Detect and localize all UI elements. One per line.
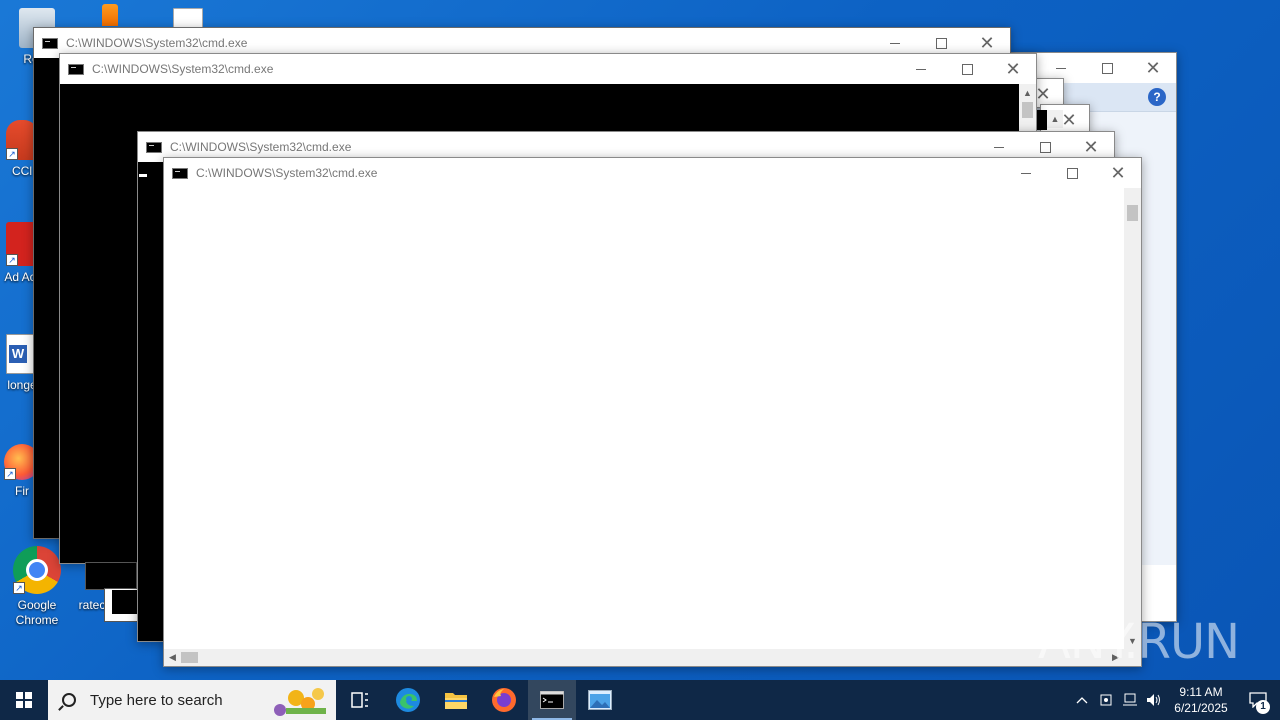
shortcut-arrow-icon: ↗ xyxy=(6,148,18,160)
scroll-left-arrow[interactable]: ◀ xyxy=(164,649,181,666)
chrome-center-icon xyxy=(26,559,48,581)
word-logo-icon: W xyxy=(9,345,27,363)
anyrun-watermark: ANY.RUN xyxy=(1038,614,1240,670)
console-area[interactable] xyxy=(164,188,1124,649)
maximize-button[interactable] xyxy=(944,54,990,84)
show-hidden-icons-chevron-icon[interactable] xyxy=(1070,680,1094,720)
task-view-button[interactable] xyxy=(336,680,384,720)
maximize-button[interactable] xyxy=(1084,53,1130,83)
taskbar-image-viewer[interactable] xyxy=(576,680,624,720)
taskbar-cmd[interactable] xyxy=(528,680,576,720)
firefox-icon xyxy=(492,688,516,712)
desktop-icon-label: Google Chrome xyxy=(15,598,59,627)
network-icon[interactable] xyxy=(1118,680,1142,720)
taskbar: Type here to search 9:11 AM 6/21/2025 1 xyxy=(0,680,1280,720)
console-fragment xyxy=(112,590,138,614)
shortcut-arrow-icon: ↗ xyxy=(13,582,25,594)
help-icon[interactable]: ? xyxy=(1148,88,1166,106)
volume-icon[interactable] xyxy=(1142,680,1166,720)
taskbar-edge[interactable] xyxy=(384,680,432,720)
window-title: C:\WINDOWS\System32\cmd.exe xyxy=(66,36,248,50)
console-fragment xyxy=(1037,110,1047,130)
scroll-thumb[interactable] xyxy=(1022,102,1033,118)
window-title: C:\WINDOWS\System32\cmd.exe xyxy=(196,166,378,180)
close-button[interactable]: ✕ xyxy=(1130,53,1176,83)
search-highlight-flowers-icon xyxy=(274,688,326,716)
scroll-up-arrow[interactable]: ▲ xyxy=(1047,110,1063,128)
scroll-up-arrow[interactable]: ▲ xyxy=(1019,84,1036,101)
minimize-button[interactable] xyxy=(1003,158,1049,188)
edge-icon xyxy=(396,688,420,712)
clock-time: 9:11 AM xyxy=(1179,685,1223,699)
search-icon xyxy=(62,693,76,707)
horizontal-scrollbar[interactable]: ◀ ▶ xyxy=(164,649,1124,666)
notification-center-button[interactable]: 1 xyxy=(1236,680,1280,720)
scroll-thumb[interactable] xyxy=(181,652,198,663)
picture-icon xyxy=(588,690,612,710)
cmd-titlebar[interactable]: C:\WINDOWS\System32\cmd.exe ✕ xyxy=(164,158,1141,188)
taskbar-firefox[interactable] xyxy=(480,680,528,720)
chrome-icon: ↗ xyxy=(13,546,61,594)
windows-logo-icon xyxy=(16,692,32,708)
tray-app-icon[interactable] xyxy=(1094,680,1118,720)
console-fragment xyxy=(85,562,137,590)
minimize-button[interactable] xyxy=(898,54,944,84)
text-cursor xyxy=(139,174,147,177)
vlc-cone-icon xyxy=(102,4,118,26)
window-title: C:\WINDOWS\System32\cmd.exe xyxy=(170,140,352,154)
close-button[interactable]: ✕ xyxy=(1095,158,1141,188)
cmd-titlebar[interactable]: C:\WINDOWS\System32\cmd.exe ✕ xyxy=(60,54,1036,84)
search-box[interactable]: Type here to search xyxy=(48,680,336,720)
window-title: C:\WINDOWS\System32\cmd.exe xyxy=(92,62,274,76)
cmd-app-icon xyxy=(172,167,188,179)
shortcut-arrow-icon: ↗ xyxy=(6,254,18,266)
maximize-button[interactable] xyxy=(1049,158,1095,188)
cmd-app-icon xyxy=(42,37,58,49)
clock-date: 6/21/2025 xyxy=(1174,701,1228,715)
shortcut-arrow-icon: ↗ xyxy=(4,468,16,480)
task-view-icon xyxy=(351,692,368,708)
cmd-icon xyxy=(540,691,564,709)
system-tray: 9:11 AM 6/21/2025 1 xyxy=(1070,680,1280,720)
taskbar-clock[interactable]: 9:11 AM 6/21/2025 xyxy=(1166,684,1236,716)
cmd-window-4[interactable]: C:\WINDOWS\System32\cmd.exe ✕ ▼ ◀ ▶ xyxy=(163,157,1142,667)
close-button[interactable]: ✕ xyxy=(990,54,1036,84)
start-button[interactable] xyxy=(0,680,48,720)
notification-badge: 1 xyxy=(1256,700,1270,714)
search-placeholder: Type here to search xyxy=(90,691,223,709)
folder-icon xyxy=(445,693,467,709)
cmd-app-icon xyxy=(68,63,84,75)
cmd-app-icon xyxy=(146,141,162,153)
scroll-thumb[interactable] xyxy=(1127,205,1138,221)
vertical-scrollbar[interactable]: ▼ xyxy=(1124,188,1141,649)
taskbar-file-explorer[interactable] xyxy=(432,680,480,720)
